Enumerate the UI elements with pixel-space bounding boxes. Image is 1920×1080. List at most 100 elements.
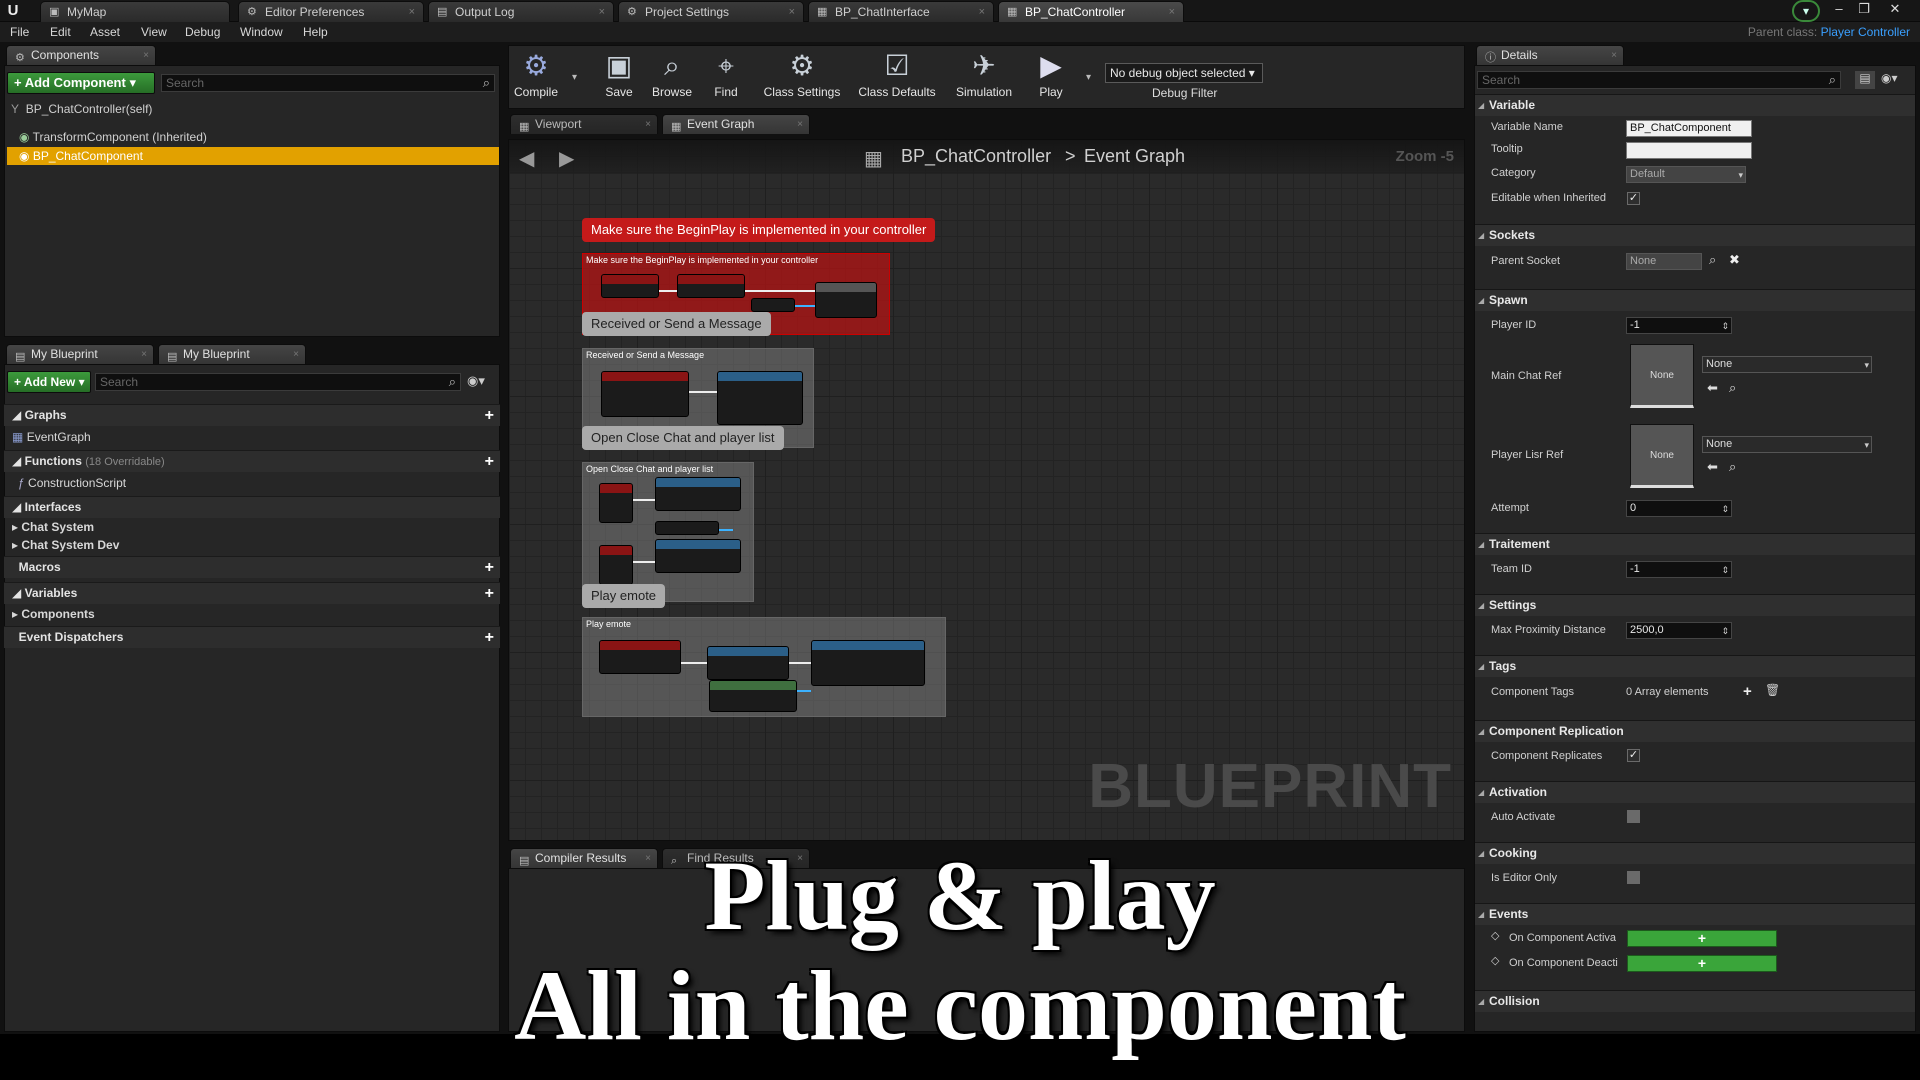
use-selected-arrow-icon[interactable]: ⬅ (1707, 380, 1718, 396)
delete-all-tags-icon[interactable]: 🗑 (1765, 683, 1780, 697)
player-list-ref-dropdown[interactable]: None ▾ (1702, 436, 1872, 453)
tab-details[interactable]: ⓘ Details × (1476, 45, 1624, 65)
class-defaults-button[interactable]: ☑ Class Defaults (854, 47, 940, 105)
close-icon[interactable]: × (1169, 2, 1175, 22)
close-icon[interactable]: × (979, 2, 985, 22)
item-construction-script[interactable]: ƒ ConstructionScript (10, 474, 126, 492)
category-interfaces[interactable]: ◢ Interfaces (4, 496, 500, 518)
browse-socket-icon[interactable]: ⌕ (1709, 252, 1716, 268)
section-activation[interactable]: Activation (1475, 781, 1915, 803)
compile-options-chevron-icon[interactable]: ▾ (572, 72, 577, 83)
category-event-dispatchers[interactable]: Event Dispatchers + (4, 626, 500, 648)
doc-tab-bp-chatinterface[interactable]: ▦ BP_ChatInterface × (808, 1, 994, 22)
components-search-input[interactable]: Search ⌕ (161, 74, 495, 92)
window-close-icon[interactable]: ✕ (1884, 0, 1906, 18)
add-variable-icon[interactable]: + (485, 583, 494, 604)
section-traitement[interactable]: Traitement (1475, 533, 1915, 555)
menu-view[interactable]: View (141, 25, 167, 39)
node-open-chat[interactable] (655, 477, 741, 511)
add-tag-icon[interactable]: + (1743, 683, 1752, 700)
spin-arrows-icon[interactable]: ⇕ (1721, 319, 1729, 333)
node-self[interactable] (751, 298, 795, 312)
add-component-button[interactable]: + Add Component ▾ (7, 72, 155, 94)
parent-socket-field[interactable]: None (1626, 253, 1702, 270)
browse-asset-icon[interactable]: ⌕ (1729, 459, 1736, 475)
spin-arrows-icon[interactable]: ⇕ (1721, 502, 1729, 516)
compile-button[interactable]: ⚙ Compile (510, 47, 562, 105)
tab-my-blueprint-1[interactable]: ▤ My Blueprint × (6, 344, 154, 364)
node-cast[interactable] (707, 646, 789, 680)
main-chat-ref-dropdown[interactable]: None ▾ (1702, 356, 1872, 373)
minimize-icon[interactable]: – (1828, 0, 1850, 18)
spin-arrows-icon[interactable]: ⇕ (1721, 624, 1729, 638)
category-macros[interactable]: Macros + (4, 556, 500, 578)
debug-object-dropdown[interactable]: No debug object selected ▾ (1105, 63, 1263, 83)
doc-tab-editor-preferences[interactable]: ⚙ Editor Preferences × (238, 1, 424, 22)
node-key-enter[interactable] (599, 483, 633, 523)
node-chat-component-ref[interactable] (655, 521, 719, 535)
category-functions[interactable]: ◢ Functions (18 Overridable) + (4, 450, 500, 472)
section-spawn[interactable]: Spawn (1475, 289, 1915, 311)
use-selected-arrow-icon[interactable]: ⬅ (1707, 459, 1718, 475)
team-id-spinbox[interactable]: -1 ⇕ (1626, 561, 1732, 578)
breadcrumb-root[interactable]: BP_ChatController (901, 146, 1051, 167)
close-icon[interactable]: × (1611, 46, 1617, 65)
doc-tab-output-log[interactable]: ▤ Output Log × (428, 1, 614, 22)
menu-edit[interactable]: Edit (50, 25, 71, 39)
unreal-logo-icon[interactable]: U (2, 1, 24, 21)
details-search-input[interactable]: Search ⌕ (1477, 71, 1841, 89)
section-variable[interactable]: Variable (1475, 94, 1915, 116)
close-icon[interactable]: × (797, 115, 803, 134)
play-button[interactable]: ▶ Play (1024, 47, 1078, 105)
node-set[interactable] (815, 282, 877, 318)
max-proximity-spinbox[interactable]: 2500,0 ⇕ (1626, 622, 1732, 639)
add-new-button[interactable]: + Add New ▾ (7, 371, 91, 393)
item-chat-system-dev[interactable]: ▸ Chat System Dev (4, 536, 119, 554)
view-options-icon[interactable]: ▤ (1855, 71, 1875, 89)
class-settings-button[interactable]: ⚙ Class Settings (760, 47, 844, 105)
menu-debug[interactable]: Debug (185, 25, 220, 39)
comment-bubble-message[interactable]: Received or Send a Message (582, 312, 771, 336)
menu-help[interactable]: Help (303, 25, 328, 39)
browse-button[interactable]: ⌕ Browse (648, 47, 696, 105)
comment-box-open-close[interactable]: Open Close Chat and player list (582, 462, 754, 602)
clear-socket-icon[interactable]: ✖ (1729, 252, 1740, 268)
tab-components[interactable]: ⚙ Components × (6, 45, 156, 65)
section-sockets[interactable]: Sockets (1475, 224, 1915, 246)
tab-my-blueprint-2[interactable]: ▤ My Blueprint × (158, 344, 306, 364)
variable-name-field[interactable]: BP_ChatComponent (1626, 120, 1752, 137)
doc-tab-bp-chatcontroller[interactable]: ▦ BP_ChatController × (998, 1, 1184, 22)
visibility-eye-icon[interactable]: ◉▾ (467, 373, 485, 389)
close-icon[interactable]: × (293, 345, 299, 364)
tooltip-field[interactable] (1626, 142, 1752, 159)
node-on-new-message[interactable] (717, 371, 803, 425)
node-get-controlled-pawn[interactable] (709, 680, 797, 712)
close-icon[interactable]: × (141, 345, 147, 364)
component-root[interactable]: Y BP_ChatController(self) (11, 100, 152, 118)
section-component-replication[interactable]: Component Replication (1475, 720, 1915, 742)
save-button[interactable]: ▣ Save (596, 47, 642, 105)
forward-arrow-icon[interactable]: ▶ (559, 146, 574, 171)
node-key-p[interactable] (599, 545, 633, 585)
comment-bubble-open-close[interactable]: Open Close Chat and player list (582, 426, 784, 450)
component-transform[interactable]: ◉ TransformComponent (Inherited) (19, 128, 207, 146)
simulation-button[interactable]: ✈ Simulation (952, 47, 1016, 105)
editable-inherited-checkbox[interactable]: ✓ (1627, 192, 1640, 205)
tab-viewport[interactable]: ▦ Viewport × (510, 114, 658, 134)
item-chat-system[interactable]: ▸ Chat System (4, 518, 94, 536)
close-icon[interactable]: × (645, 115, 651, 134)
close-icon[interactable]: × (599, 2, 605, 22)
item-eventgraph[interactable]: ▦ EventGraph (4, 428, 91, 446)
section-tags[interactable]: Tags (1475, 655, 1915, 677)
auto-activate-checkbox[interactable] (1627, 810, 1640, 823)
tab-event-graph[interactable]: ▦ Event Graph × (662, 114, 810, 134)
node-multi-play-emote[interactable] (811, 640, 925, 686)
node-event-play-emote[interactable] (599, 640, 681, 674)
component-replicates-checkbox[interactable]: ✓ (1627, 749, 1640, 762)
doc-tab-mymap[interactable]: ▣ MyMap (40, 1, 230, 22)
comment-bubble-beginplay[interactable]: Make sure the BeginPlay is implemented i… (582, 218, 936, 242)
add-macro-icon[interactable]: + (485, 557, 494, 578)
my-blueprint-search-input[interactable]: Search ⌕ (95, 373, 461, 391)
restore-icon[interactable]: ❐ (1853, 0, 1875, 18)
node-event-new-message[interactable] (601, 371, 689, 417)
